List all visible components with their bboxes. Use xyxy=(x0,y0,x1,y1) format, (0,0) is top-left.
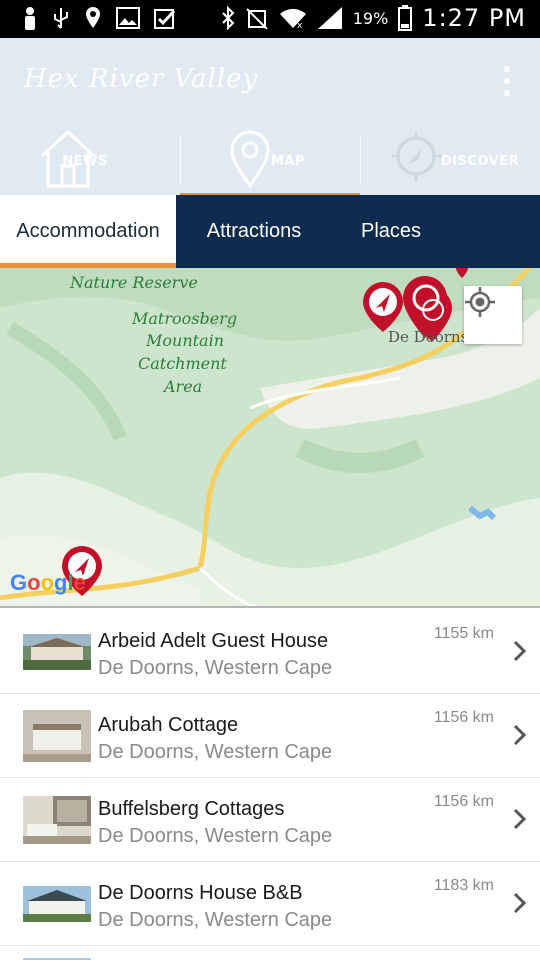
list-item[interactable]: De Doorns House B&B De Doorns, Western C… xyxy=(0,862,540,946)
map-label-area: Area xyxy=(164,377,203,396)
signal-icon xyxy=(317,7,342,29)
google-logo: Google xyxy=(10,570,86,595)
chevron-right-icon xyxy=(513,808,527,830)
battery-icon xyxy=(398,5,413,31)
tab-news[interactable]: NEWS xyxy=(0,128,180,194)
chevron-right-icon xyxy=(513,724,527,746)
listing-distance: 1155 km xyxy=(433,625,494,642)
listing-name: Arbeid Adelt Guest House xyxy=(98,630,329,652)
status-bar: x 19% 1:27 PM xyxy=(0,0,540,38)
location-icon xyxy=(86,7,100,28)
listing-name: De Doorns House B&B xyxy=(98,882,303,904)
listing-distance: 1156 km xyxy=(433,793,494,810)
overflow-menu-icon[interactable] xyxy=(502,66,512,96)
map-label-matroosberg: Matroosberg xyxy=(132,309,238,328)
chevron-right-icon xyxy=(513,640,527,662)
tab-discover[interactable]: DISCOVER xyxy=(360,128,540,194)
map-label-catchment: Catchment xyxy=(138,354,227,373)
clock: 1:27 PM xyxy=(422,4,526,32)
list-item[interactable]: Arubah Cottage De Doorns, Western Cape 1… xyxy=(0,694,540,778)
listing-thumbnail xyxy=(23,634,91,670)
map-label-mountain: Mountain xyxy=(146,331,225,350)
person-icon xyxy=(25,7,35,30)
battery-percent: 19% xyxy=(352,8,389,28)
map-label-town: De Doorns xyxy=(388,328,469,346)
map-label-reserve: Nature Reserve xyxy=(70,273,198,292)
main-nav: NEWS MAP DISCOVER xyxy=(0,128,540,197)
chevron-right-icon xyxy=(513,892,527,914)
bluetooth-icon xyxy=(222,6,235,30)
listing-thumbnail xyxy=(23,796,91,844)
listing-location: De Doorns, Western Cape xyxy=(98,657,333,679)
tab-accommodation[interactable]: Accommodation xyxy=(0,195,176,268)
app-title: Hex River Valley xyxy=(24,64,259,94)
usb-icon xyxy=(54,8,68,29)
wifi-icon: x xyxy=(279,8,306,30)
listing-list: Arbeid Adelt Guest House De Doorns, West… xyxy=(0,610,540,960)
listing-thumbnail xyxy=(23,710,91,762)
listing-thumbnail xyxy=(23,886,91,922)
svg-text:x: x xyxy=(297,21,303,30)
category-tabs: Accommodation Attractions Places xyxy=(0,195,540,268)
map-view[interactable]: Nature Reserve Matroosberg Mountain Catc… xyxy=(0,268,540,608)
listing-name: Buffelsberg Cottages xyxy=(98,798,285,820)
list-item[interactable]: Arbeid Adelt Guest House De Doorns, West… xyxy=(0,610,540,694)
image-icon xyxy=(116,7,140,29)
mute-icon xyxy=(246,8,268,29)
app-bar: Hex River Valley NEWS MAP DISCOVER xyxy=(0,38,540,197)
tab-map-label: MAP xyxy=(270,153,306,169)
listing-location: De Doorns, Western Cape xyxy=(98,909,333,931)
my-location-button[interactable] xyxy=(464,286,522,344)
listing-name: Arubah Cottage xyxy=(98,714,239,736)
tab-discover-label: DISCOVER xyxy=(440,153,520,169)
check-icon xyxy=(154,9,176,29)
crosshair-icon xyxy=(465,287,495,317)
listing-location: De Doorns, Western Cape xyxy=(98,741,333,763)
tab-attractions[interactable]: Attractions xyxy=(176,195,332,268)
map-terrain xyxy=(0,268,540,606)
tab-news-label: NEWS xyxy=(62,153,108,169)
list-item[interactable]: Buffelsberg Cottages De Doorns, Western … xyxy=(0,778,540,862)
listing-distance: 1183 km xyxy=(433,877,494,894)
listing-location: De Doorns, Western Cape xyxy=(98,825,333,847)
listing-distance: 1156 km xyxy=(433,709,494,726)
tab-places[interactable]: Places xyxy=(332,195,450,268)
list-item[interactable] xyxy=(0,946,540,960)
tab-map[interactable]: MAP xyxy=(180,128,360,197)
